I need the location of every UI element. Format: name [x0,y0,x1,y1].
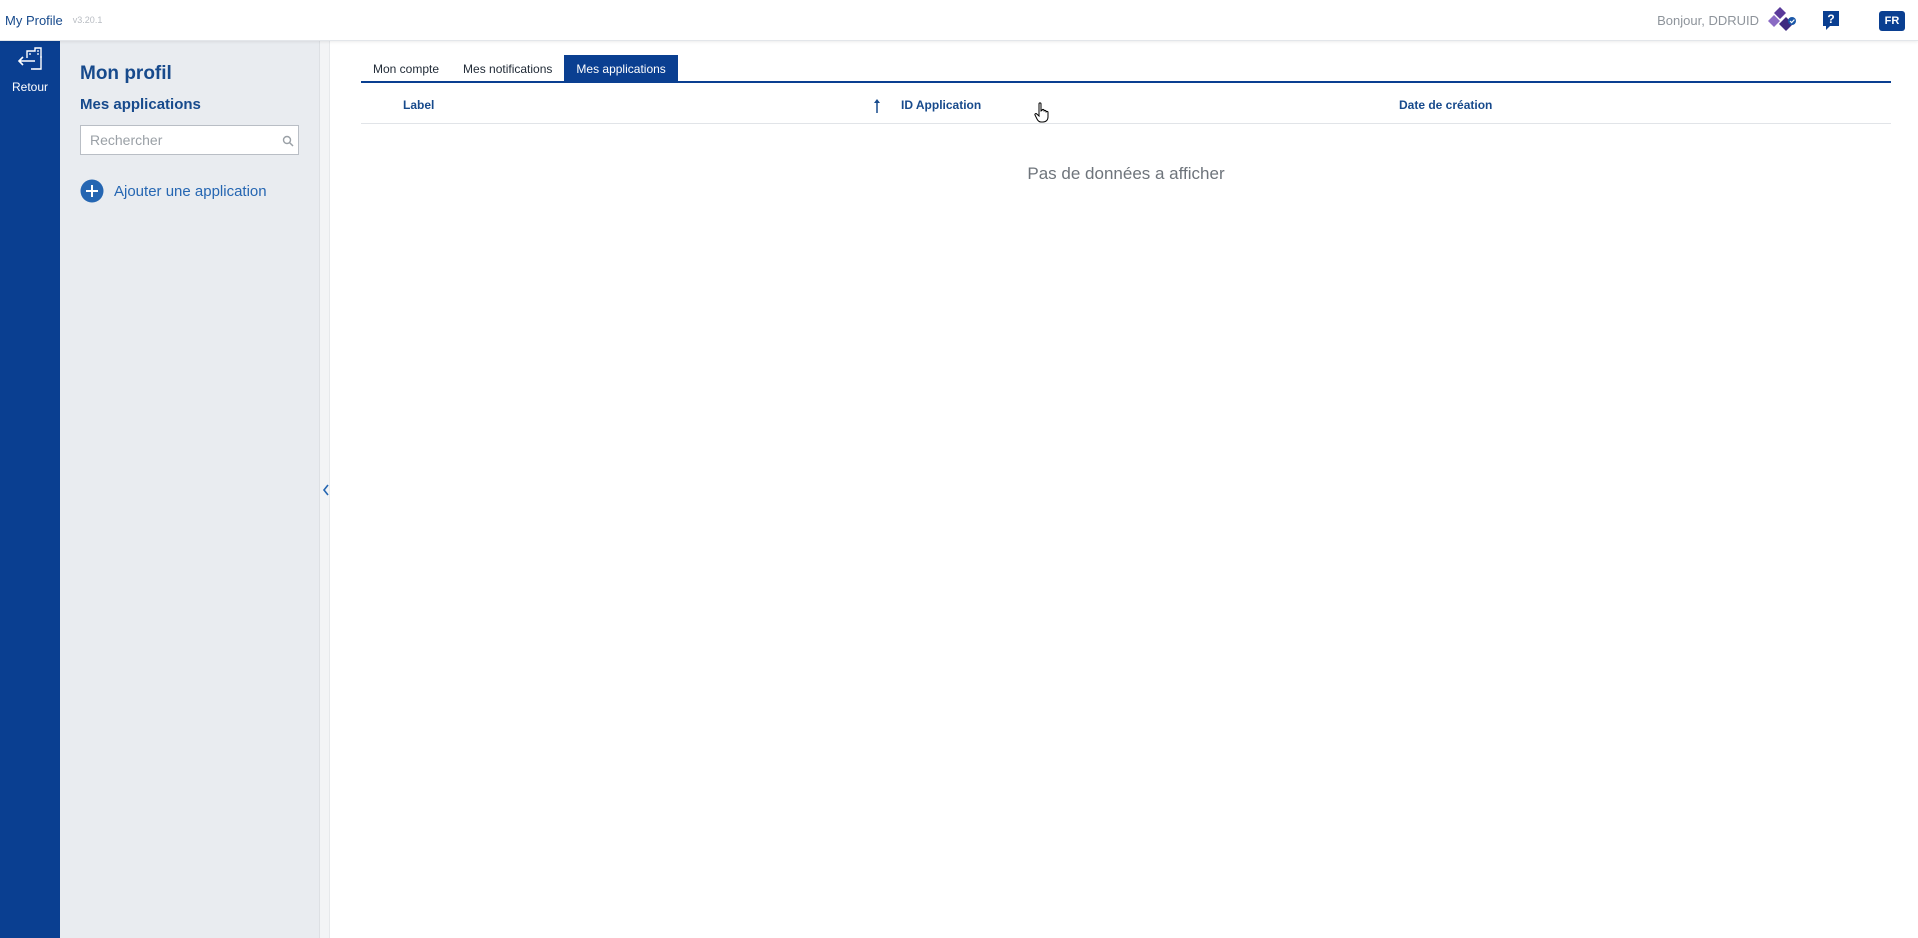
column-header-id-application[interactable]: ID Application [901,86,981,124]
empty-table-message: Pas de données a afficher [1027,164,1225,183]
left-nav-rail: Retour [0,41,60,938]
add-application-button[interactable]: Ajouter une application [80,179,267,203]
hand-cursor-icon [1034,102,1050,124]
main-content: Mon compte Mes notifications Mes applica… [361,41,1891,938]
search-input[interactable] [81,126,271,154]
language-badge[interactable]: FR [1879,10,1905,31]
table-header: Label ID Application Date de création [361,86,1891,124]
brand-puzzle-logo-icon [1763,6,1805,36]
sort-ascending-arrow-icon[interactable] [873,98,881,114]
top-bar-right: Bonjour, DDRUID ? FR [1657,0,1918,41]
back-button[interactable]: Retour [0,41,60,101]
sidebar-splitter[interactable] [319,41,330,938]
app-title[interactable]: My Profile [5,13,63,28]
user-greeting[interactable]: Bonjour, DDRUID [1657,13,1759,28]
sidebar-section-title: Mes applications [80,96,201,113]
sidebar-title: Mon profil [80,63,172,84]
sidebar-panel: Mon profil Mes applications Ajouter une … [60,41,319,938]
back-label: Retour [11,80,49,94]
plus-circle-icon [80,179,104,203]
tab-mes-applications[interactable]: Mes applications [564,55,678,83]
column-header-date-creation[interactable]: Date de création [1399,86,1492,124]
top-bar: My Profile v3.20.1 Bonjour, DDRUID ? FR [0,0,1918,41]
app-version: v3.20.1 [72,15,103,25]
collapse-sidebar-chevron-icon[interactable] [320,481,331,499]
building-arrow-back-icon [15,47,45,78]
svg-text:?: ? [1827,12,1834,26]
search-icon[interactable] [282,134,294,147]
add-application-label: Ajouter une application [114,182,267,200]
tab-mon-compte[interactable]: Mon compte [361,55,451,83]
tab-bar: Mon compte Mes notifications Mes applica… [361,55,1891,83]
tab-mes-notifications[interactable]: Mes notifications [451,55,564,83]
search-box [80,125,299,155]
column-header-label[interactable]: Label [403,86,434,124]
help-question-icon[interactable]: ? [1821,10,1841,32]
